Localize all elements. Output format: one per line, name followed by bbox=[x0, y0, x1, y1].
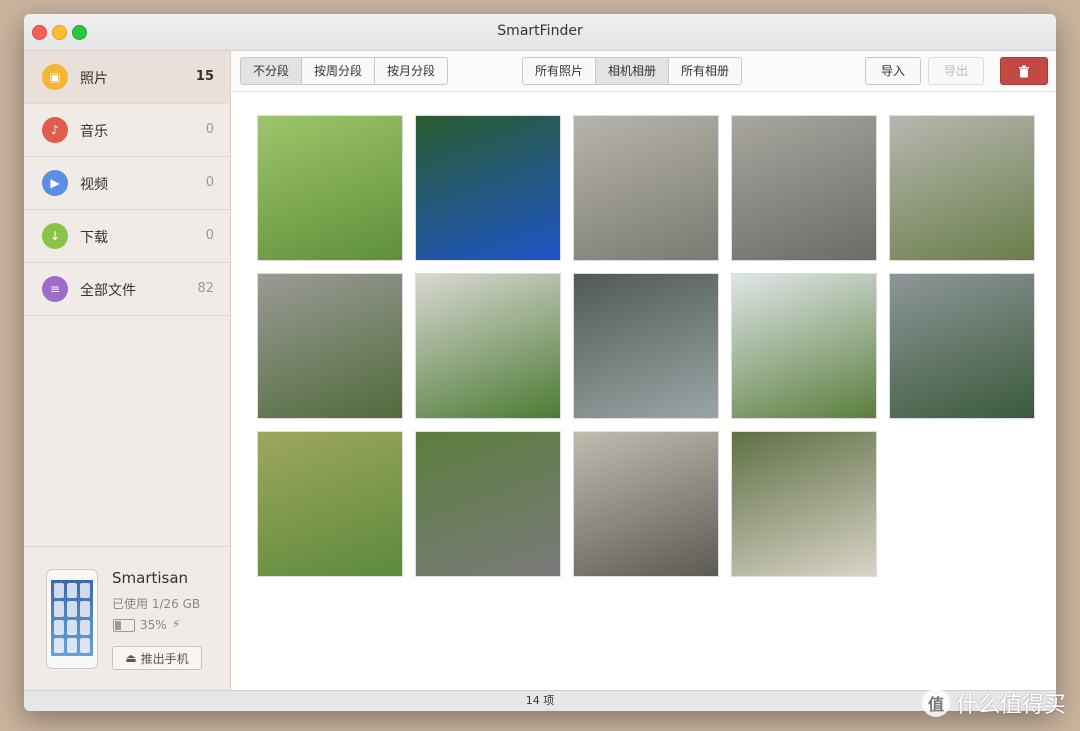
grouping-tab[interactable]: 按周分段 bbox=[302, 58, 376, 84]
download-icon: ↓ bbox=[42, 223, 68, 249]
sidebar-item-count: 0 bbox=[205, 122, 214, 137]
album-tab[interactable]: 所有照片 bbox=[523, 58, 597, 84]
sidebar-item-label: 全部文件 bbox=[80, 283, 136, 299]
photo-thumbnail-leaves-path[interactable] bbox=[415, 273, 561, 419]
phone-image bbox=[46, 569, 98, 669]
sidebar-item-count: 0 bbox=[205, 175, 214, 190]
album-segmented-control: 所有照片 相机相册 所有相册 bbox=[522, 57, 743, 85]
item-count: 14 项 bbox=[525, 694, 555, 707]
grouping-tab[interactable]: 不分段 bbox=[241, 58, 303, 84]
photo-thumbnail-sculpture-2[interactable] bbox=[257, 273, 403, 419]
photo-thumbnail-flower-stone[interactable] bbox=[573, 431, 719, 577]
photo-thumbnail-sculpture[interactable] bbox=[889, 115, 1035, 261]
toolbar: 不分段 按周分段 按月分段 所有照片 相机相册 所有相册 导入 导出 bbox=[231, 51, 1056, 92]
trash-icon bbox=[1019, 65, 1029, 77]
files-icon: ≡ bbox=[42, 276, 68, 302]
eject-phone-button[interactable]: ⏏ 推出手机 bbox=[112, 646, 202, 670]
photo-thumbnail-lake[interactable] bbox=[573, 273, 719, 419]
watermark-logo: 值 bbox=[921, 689, 950, 717]
photo-thumbnail-buildings[interactable] bbox=[731, 431, 877, 577]
sidebar-item-label: 照片 bbox=[80, 71, 108, 87]
battery-icon bbox=[113, 619, 135, 632]
grouping-tab[interactable]: 按月分段 bbox=[375, 58, 448, 84]
sidebar: ▣ 照片 15 ♪ 音乐 0 ▶ 视频 0 ↓ 下载 0 ≡ 全部文件 82 Smartisan 已使用 1… bbox=[24, 51, 231, 691]
sidebar-item-photo[interactable]: ▣ 照片 15 bbox=[24, 51, 230, 104]
eject-icon: ⏏ bbox=[125, 651, 137, 665]
photo-thumbnail-bench[interactable] bbox=[573, 115, 719, 261]
sidebar-item-label: 视频 bbox=[80, 177, 108, 193]
device-name: Smartisan bbox=[112, 569, 189, 587]
title-bar: SmartFinder bbox=[24, 14, 1056, 51]
photo-thumbnail-tree[interactable] bbox=[731, 273, 877, 419]
sidebar-item-download[interactable]: ↓ 下载 0 bbox=[24, 210, 230, 263]
music-icon: ♪ bbox=[42, 117, 68, 143]
device-usage: 已使用 1/26 GB bbox=[112, 597, 201, 611]
status-bar: 14 项 bbox=[24, 690, 1056, 711]
window-title: SmartFinder bbox=[497, 23, 583, 39]
watermark: 值 什么值得买 bbox=[921, 687, 1066, 719]
photo-thumbnail-bench-2[interactable] bbox=[731, 115, 877, 261]
photo-thumbnail-grass-leaves[interactable] bbox=[257, 431, 403, 577]
sidebar-item-music[interactable]: ♪ 音乐 0 bbox=[24, 104, 230, 157]
photo-thumbnail-road[interactable] bbox=[415, 431, 561, 577]
sidebar-item-count: 15 bbox=[195, 69, 214, 84]
charging-icon: ⚡ bbox=[172, 617, 181, 631]
delete-button[interactable] bbox=[1000, 57, 1048, 85]
photo-thumbnail-reeds-sculpture[interactable] bbox=[889, 273, 1035, 419]
photo-grid bbox=[257, 115, 1037, 577]
sidebar-item-count: 82 bbox=[197, 281, 214, 296]
album-tab[interactable]: 所有相册 bbox=[669, 58, 742, 84]
device-panel: Smartisan 已使用 1/26 GB 35% ⚡ ⏏ 推出手机 bbox=[24, 546, 230, 691]
grouping-segmented-control: 不分段 按周分段 按月分段 bbox=[240, 57, 449, 85]
eject-label: 推出手机 bbox=[140, 651, 189, 666]
photo-thumbnail-plants[interactable] bbox=[257, 115, 403, 261]
import-button[interactable]: 导入 bbox=[865, 57, 921, 85]
battery-percent: 35% bbox=[140, 618, 167, 632]
sidebar-item-count: 0 bbox=[205, 228, 214, 243]
sidebar-item-files[interactable]: ≡ 全部文件 82 bbox=[24, 263, 230, 316]
export-button[interactable]: 导出 bbox=[928, 57, 984, 85]
app-window: SmartFinder ▣ 照片 15 ♪ 音乐 0 ▶ 视频 0 ↓ 下载 0 ≡ 全部文件 82 Sma… bbox=[24, 14, 1056, 711]
sidebar-item-video[interactable]: ▶ 视频 0 bbox=[24, 157, 230, 210]
watermark-text: 什么值得买 bbox=[955, 693, 1066, 718]
photo-icon: ▣ bbox=[42, 64, 68, 90]
sidebar-item-label: 音乐 bbox=[80, 124, 108, 140]
sidebar-item-label: 下载 bbox=[80, 230, 108, 246]
video-icon: ▶ bbox=[42, 170, 68, 196]
album-tab[interactable]: 相机相册 bbox=[596, 58, 670, 84]
photo-thumbnail-sign[interactable] bbox=[415, 115, 561, 261]
